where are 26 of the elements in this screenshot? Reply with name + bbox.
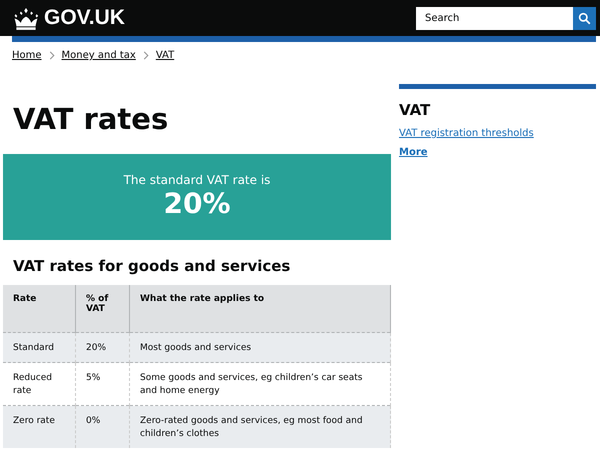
chevron-icon [48, 51, 55, 60]
search-field[interactable]: Search [416, 6, 573, 30]
search-button[interactable] [573, 6, 596, 30]
table-cell: Standard [3, 332, 76, 362]
breadcrumb-link[interactable]: Home [12, 50, 42, 61]
search-icon [578, 12, 591, 24]
table-cell: 20% [76, 332, 130, 362]
page-title: VAT rates [13, 101, 170, 138]
column-header: What the rate applies to [130, 285, 390, 332]
sidebar-link[interactable]: More [399, 147, 428, 158]
chevron-icon [142, 51, 149, 60]
highlight-intro: The standard VAT rate is [124, 173, 270, 187]
table-cell: 0% [76, 406, 130, 448]
section-title: VAT rates for goods and services [13, 257, 292, 275]
sidebar-link[interactable]: VAT registration thresholds [399, 128, 534, 139]
column-header: % of VAT [76, 285, 130, 332]
sidebar-title: VAT [399, 101, 432, 119]
column-header: Rate [3, 285, 76, 332]
table-cell: Most goods and services [130, 332, 390, 362]
table-cell: Zero-rated goods and services, eg most food and children’s clothes [130, 406, 390, 448]
breadcrumb-link[interactable]: VAT [156, 50, 174, 61]
breadcrumb-link[interactable]: Money and tax [62, 50, 136, 61]
crown-icon [12, 6, 40, 30]
highlight-value: 20% [163, 187, 231, 221]
logo-link[interactable]: GOV.UK [12, 6, 416, 30]
table-cell: Zero rate [3, 406, 76, 448]
